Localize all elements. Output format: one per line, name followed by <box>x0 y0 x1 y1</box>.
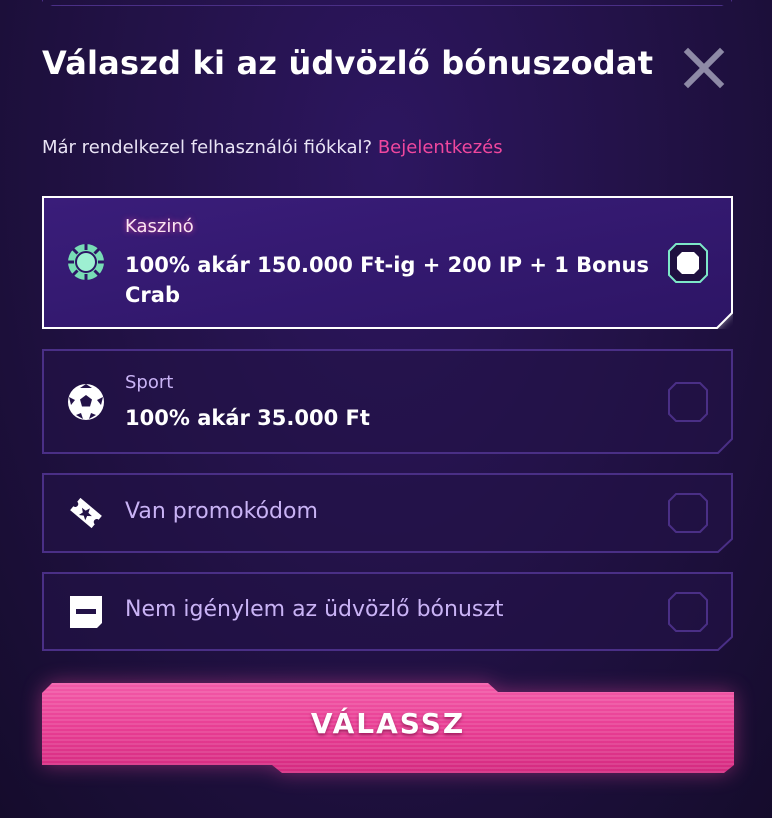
bonus-option-sport[interactable]: Sport 100% akár 35.000 Ft <box>42 349 733 454</box>
bonus-option-no-bonus[interactable]: Nem igénylem az üdvözlő bónuszt <box>42 572 733 651</box>
option-label: Sport <box>125 372 174 393</box>
option-label: Van promokódom <box>125 499 318 524</box>
radio-unselected[interactable] <box>668 493 708 533</box>
close-button[interactable] <box>682 46 726 90</box>
previous-card-edge <box>42 0 732 6</box>
bonus-option-promo-code[interactable]: Van promokódom <box>42 473 733 553</box>
submit-button-label: VÁLASSZ <box>310 707 466 740</box>
modal-title: Válaszd ki az üdvözlő bónuszodat <box>42 44 654 82</box>
submit-button[interactable]: VÁLASSZ <box>42 683 734 774</box>
radio-unselected[interactable] <box>668 592 708 632</box>
no-bonus-icon <box>70 596 102 628</box>
option-label: Nem igénylem az üdvözlő bónuszt <box>125 597 504 622</box>
option-label: Kaszinó <box>125 216 194 237</box>
option-frame <box>42 349 733 454</box>
login-prompt-text: Már rendelkezel felhasználói fiókkal? <box>42 137 373 158</box>
login-prompt-row: Már rendelkezel felhasználói fiókkal? Be… <box>42 137 503 158</box>
login-link[interactable]: Bejelentkezés <box>378 137 503 158</box>
close-icon <box>683 47 725 89</box>
soccer-ball-icon <box>68 384 104 420</box>
casino-chip-icon <box>68 244 104 280</box>
radio-unselected[interactable] <box>668 382 708 422</box>
option-description: 100% akár 150.000 Ft-ig + 200 IP + 1 Bon… <box>125 253 649 307</box>
bonus-option-casino[interactable]: Kaszinó 100% akár 150.000 Ft-ig + 200 IP… <box>42 196 733 329</box>
option-description: 100% akár 35.000 Ft <box>125 406 370 430</box>
radio-selected[interactable] <box>668 243 708 283</box>
promo-ticket-icon <box>70 497 102 529</box>
